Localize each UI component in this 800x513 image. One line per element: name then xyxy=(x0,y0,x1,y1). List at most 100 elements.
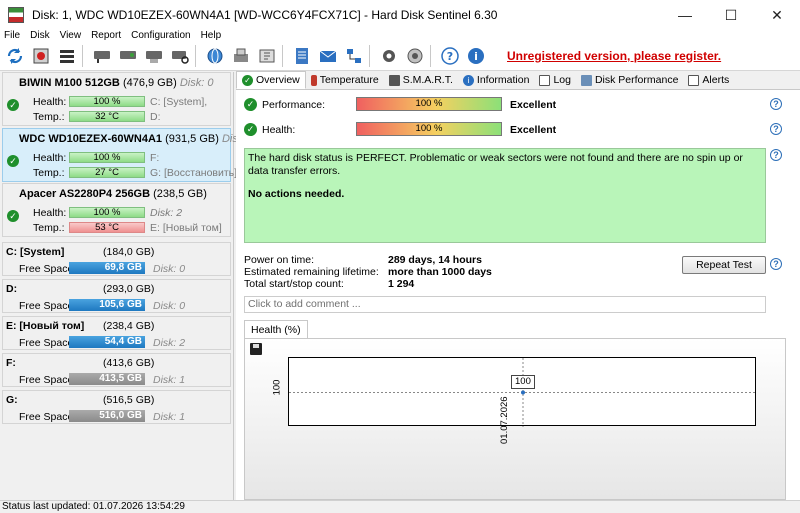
temp-bar: 27 °C xyxy=(69,167,145,178)
chart-icon xyxy=(580,74,592,86)
info-icon[interactable]: i xyxy=(465,45,487,67)
health-bar: 100 % xyxy=(69,96,145,107)
temp-label: Temp.: xyxy=(33,111,65,123)
export-icon[interactable] xyxy=(230,45,252,67)
ok-check-icon: ✓ xyxy=(244,98,257,111)
volume-disk: Disk: 0 xyxy=(153,300,186,312)
startstop-label: Total start/stop count: xyxy=(244,278,344,290)
volume-card[interactable]: E: [Новый том] (238,4 GB) Free Space 54,… xyxy=(2,316,231,350)
chart-tab-health[interactable]: Health (%) xyxy=(244,320,308,338)
free-space-label: Free Space xyxy=(19,337,74,349)
disk-scan-icon[interactable] xyxy=(30,45,52,67)
hdd-search-icon[interactable] xyxy=(169,45,191,67)
network-icon[interactable] xyxy=(343,45,365,67)
disk-list-pane: BIWIN M100 512GB (476,9 GB) Disk: 0 ✓ He… xyxy=(0,72,256,500)
refresh-icon[interactable] xyxy=(4,45,26,67)
volume-card[interactable]: F: (413,6 GB) Free Space 413,5 GB Disk: … xyxy=(2,353,231,387)
performance-bar: 100 % xyxy=(356,97,502,111)
globe-icon[interactable] xyxy=(204,45,226,67)
minimize-button[interactable]: — xyxy=(662,0,708,30)
ok-check-icon: ✓ xyxy=(244,123,257,136)
comment-input[interactable]: Click to add comment ... xyxy=(244,296,766,313)
status-bar: Status last updated: 01.07.2026 13:54:29 xyxy=(0,500,800,513)
disk-name: Apacer AS2280P4 256GB (238,5 GB) xyxy=(19,188,207,200)
repeat-test-button[interactable]: Repeat Test xyxy=(682,256,766,274)
help-icon[interactable]: ? xyxy=(770,258,782,270)
tab-alerts[interactable]: Alerts xyxy=(683,71,734,89)
toolbar-separator xyxy=(82,44,83,67)
ok-check-icon: ✓ xyxy=(7,210,19,222)
health-bar: 100 % xyxy=(356,122,502,136)
volume-name: G: xyxy=(6,394,18,406)
volume-card[interactable]: D: (293,0 GB) Free Space 105,6 GB Disk: … xyxy=(2,279,231,313)
free-space-bar: 54,4 GB xyxy=(69,336,145,348)
svg-text:i: i xyxy=(474,50,478,63)
free-space-bar: 105,6 GB xyxy=(69,299,145,311)
help-icon[interactable]: ? xyxy=(770,123,782,135)
menu-configuration[interactable]: Configuration xyxy=(126,30,195,41)
volume-size: (293,0 GB) xyxy=(103,283,155,295)
sound-icon[interactable] xyxy=(404,45,426,67)
hdd-test-icon[interactable] xyxy=(91,45,113,67)
disk-card-2[interactable]: Apacer AS2280P4 256GB (238,5 GB) ✓ Healt… xyxy=(2,183,231,237)
register-link[interactable]: Unregistered version, please register. xyxy=(507,49,721,63)
volume-size: (516,5 GB) xyxy=(103,394,155,406)
save-icon[interactable] xyxy=(250,343,262,355)
help-icon[interactable]: ? xyxy=(770,98,782,110)
x-tick-label: 01.07.2026 xyxy=(499,396,510,444)
toolbar-separator xyxy=(282,44,283,67)
volume-disk: Disk: 1 xyxy=(153,374,186,386)
ok-check-icon: ✓ xyxy=(7,99,19,111)
tab-log[interactable]: Log xyxy=(534,71,576,89)
volume-card[interactable]: G: (516,5 GB) Free Space 516,0 GB Disk: … xyxy=(2,390,231,424)
disk-list-icon[interactable] xyxy=(56,45,78,67)
menu-view[interactable]: View xyxy=(55,30,87,41)
temp-label: Temp.: xyxy=(33,222,65,234)
send-icon[interactable] xyxy=(256,45,278,67)
gear-icon[interactable] xyxy=(378,45,400,67)
free-space-label: Free Space xyxy=(19,263,74,275)
menu-help[interactable]: Help xyxy=(196,30,227,41)
tab-information[interactable]: i Information xyxy=(458,71,535,89)
plot-svg xyxy=(289,358,757,427)
tab-disk-performance[interactable]: Disk Performance xyxy=(576,71,683,89)
grid-icon xyxy=(388,74,400,86)
thermometer-icon xyxy=(310,74,317,86)
tab-smart[interactable]: S.M.A.R.T. xyxy=(384,71,458,89)
mail-icon[interactable] xyxy=(317,45,339,67)
help-icon[interactable]: ? xyxy=(439,45,461,67)
disk-name: BIWIN M100 512GB (476,9 GB) Disk: 0 xyxy=(19,77,214,89)
volume-size: (184,0 GB) xyxy=(103,246,155,258)
health-label: Health: xyxy=(262,124,296,136)
volume-card[interactable]: C: [System] (184,0 GB) Free Space 69,8 G… xyxy=(2,242,231,276)
toolbar-separator xyxy=(195,44,196,67)
disk-card-1[interactable]: WDC WD10EZEX-60WN4A1 (931,5 GB) Disk: 1 … xyxy=(2,128,256,182)
tab-temperature[interactable]: Temperature xyxy=(306,71,384,89)
volume-size: (238,4 GB) xyxy=(103,320,155,332)
title-bar: Disk: 1, WDC WD10EZEX-60WN4A1 [WD-WCC6Y4… xyxy=(0,0,800,30)
free-space-label: Free Space xyxy=(19,300,74,312)
menu-disk[interactable]: Disk xyxy=(25,30,54,41)
close-button[interactable]: ✕ xyxy=(754,0,800,30)
y-tick-label: 100 xyxy=(271,379,283,396)
volume-name: D: xyxy=(6,283,18,295)
hdd-info-icon[interactable] xyxy=(117,45,139,67)
health-chart: 100 01.07.2026 100 xyxy=(244,338,786,500)
help-icon[interactable]: ? xyxy=(770,149,782,161)
volume-disk: Disk: 2 xyxy=(153,337,186,349)
health-label: Health: xyxy=(33,152,67,164)
detail-pane: ✓ Overview Temperature S.M.A.R.T. i Info… xyxy=(236,71,800,500)
health-rating: Excellent xyxy=(510,124,557,136)
tab-overview[interactable]: ✓ Overview xyxy=(236,71,306,89)
report-icon[interactable] xyxy=(291,45,313,67)
menu-report[interactable]: Report xyxy=(86,30,126,41)
hdd-surface-icon[interactable] xyxy=(143,45,165,67)
log-icon xyxy=(539,74,551,86)
menu-file[interactable]: File xyxy=(0,30,25,41)
startstop-value: 1 294 xyxy=(388,278,415,290)
disk-card-0[interactable]: BIWIN M100 512GB (476,9 GB) Disk: 0 ✓ He… xyxy=(2,72,231,126)
maximize-button[interactable]: ☐ xyxy=(708,0,754,30)
free-space-bar: 413,5 GB xyxy=(69,373,145,385)
status-action: No actions needed. xyxy=(248,188,345,200)
alert-icon xyxy=(688,74,700,86)
